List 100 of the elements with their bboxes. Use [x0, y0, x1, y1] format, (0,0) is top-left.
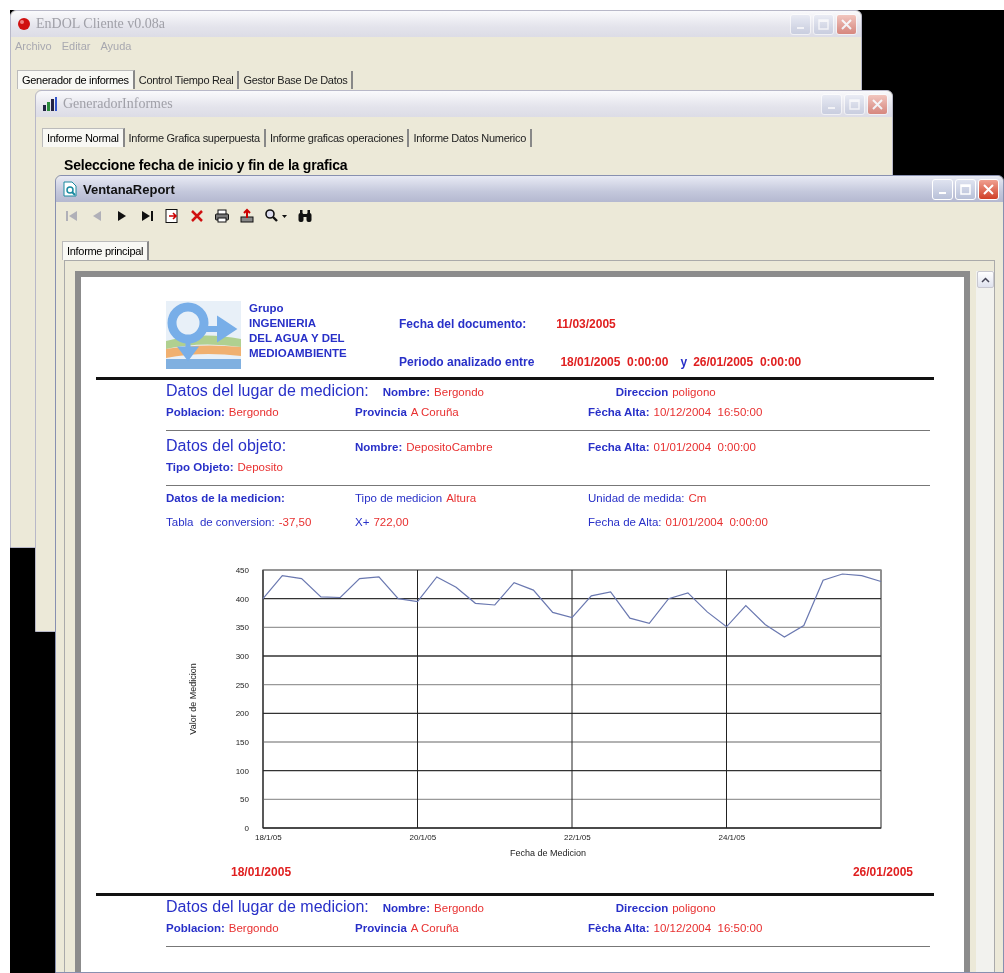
field-value: Cm — [688, 492, 707, 504]
field-label: Fècha Alta: — [588, 406, 650, 418]
field-label: Fecha de Alta: — [588, 516, 662, 528]
field-value: 11/03/2005 — [556, 317, 616, 331]
start-date: 18/01/2005 — [231, 865, 292, 879]
y-tick-label: 450 — [235, 566, 249, 575]
field-value: 722,00 — [373, 516, 409, 528]
end-date: 26/01/2005 — [852, 865, 913, 879]
y-tick-label: 150 — [235, 738, 249, 747]
field-label: Datos de la medicion: — [166, 492, 285, 504]
logo-icon — [166, 301, 241, 369]
field-value: poligono — [672, 386, 716, 398]
conjunction-text: y — [680, 355, 688, 369]
field-value: A Coruña — [410, 922, 459, 934]
scrollbar[interactable] — [976, 271, 994, 972]
y-tick-label: 100 — [235, 766, 249, 776]
export-icon[interactable] — [164, 208, 180, 224]
field-label: Fècha Alta: — [588, 922, 650, 934]
field-value: -37,50 — [278, 516, 312, 528]
field-label: Poblacion: — [166, 406, 225, 418]
y-tick-label: 50 — [240, 795, 249, 805]
field-label: Nombre: — [382, 386, 431, 398]
x-tick-label: 18/1/05 — [255, 833, 282, 842]
tab[interactable]: Informe principal — [62, 241, 150, 260]
document-icon — [62, 181, 78, 197]
last-page-icon[interactable] — [139, 208, 155, 224]
minimize-button[interactable] — [821, 93, 842, 115]
field-value: A Coruña — [410, 406, 459, 418]
chart-icon — [42, 96, 58, 112]
field-value: 18/01/2005 0:00:00 — [560, 355, 669, 369]
field-value: poligono — [672, 902, 716, 914]
window-title: GeneradorInformes — [63, 96, 174, 112]
minimize-button[interactable] — [932, 178, 953, 200]
field-value: Bergondo — [434, 386, 484, 398]
field-value: 26/01/2005 0:00:00 — [693, 355, 802, 369]
maximize-button[interactable] — [813, 13, 834, 35]
field-label: X+ — [355, 516, 370, 528]
field-label: Fecha del documento: — [399, 317, 527, 331]
field-label: Tabla de conversion: — [166, 516, 275, 528]
field-label: Fecha Alta: — [588, 441, 650, 453]
y-tick-label: 300 — [235, 652, 249, 661]
y-tick-label: 350 — [235, 623, 249, 633]
x-tick-label: 20/1/05 — [409, 833, 437, 842]
section-heading: Datos del objeto: — [166, 437, 287, 455]
caret-up-icon — [980, 276, 990, 283]
field-value: 01/01/2004 0:00:00 — [653, 441, 756, 453]
close-button[interactable] — [836, 13, 857, 35]
maximize-icon — [960, 183, 971, 195]
app-icon — [17, 17, 31, 31]
instruction-text: Seleccione fecha de inicio y fin de la grafica — [63, 156, 349, 173]
maximize-button[interactable] — [844, 93, 865, 115]
section-heading: Datos del lugar de medicion: — [166, 382, 369, 400]
section-heading: Datos del lugar de medicion: — [166, 898, 369, 916]
field-label: Tipo de medicion — [355, 492, 443, 504]
field-value: Bergondo — [228, 406, 279, 418]
x-axis-title: Fecha de Medicion — [510, 848, 586, 858]
minimize-icon — [939, 192, 946, 194]
binoculars-icon[interactable] — [297, 208, 313, 224]
window-title: VentanaReport — [83, 181, 176, 197]
field-value: 10/12/2004 16:50:00 — [653, 406, 763, 418]
window-title: EnDOL Cliente v0.08a — [36, 16, 166, 32]
scroll-up-button[interactable] — [976, 271, 994, 288]
field-value: Bergondo — [228, 922, 279, 934]
close-icon — [872, 98, 883, 110]
y-tick-label: 200 — [235, 709, 249, 719]
field-label: Nombre: — [355, 441, 403, 453]
field-value: Deposito — [237, 461, 283, 473]
y-tick-label: 250 — [235, 680, 249, 690]
field-label: Direccion — [615, 902, 669, 914]
close-icon — [983, 183, 994, 195]
printer-icon[interactable] — [214, 208, 230, 224]
close-icon[interactable] — [189, 208, 205, 224]
field-value: 01/01/2004 0:00:00 — [665, 516, 768, 528]
field-label: Unidad de medida: — [588, 492, 685, 504]
minimize-button[interactable] — [790, 13, 811, 35]
field-value: DepositoCambre — [406, 441, 493, 453]
organization-name: Grupo INGENIERIA DEL AGUA Y DEL MEDIOAMBIENTE — [249, 301, 348, 361]
field-label: Direccion — [615, 386, 669, 398]
upload-icon[interactable] — [239, 208, 255, 224]
close-button[interactable] — [978, 178, 999, 200]
maximize-icon — [849, 98, 860, 110]
close-icon — [841, 18, 852, 30]
field-label: Provincia — [355, 922, 407, 934]
y-tick-label: 400 — [235, 594, 249, 604]
field-label: Tipo Objeto: — [166, 461, 234, 473]
field-value: 10/12/2004 16:50:00 — [653, 922, 763, 934]
y-axis-title: Valor de Medicion — [188, 663, 198, 735]
tab[interactable]: Informe Normal — [42, 128, 125, 147]
field-value: Bergondo — [434, 902, 484, 914]
field-label: Provincia — [355, 406, 407, 418]
field-label: Poblacion: — [166, 922, 225, 934]
close-button[interactable] — [867, 93, 888, 115]
maximize-icon — [818, 18, 829, 30]
zoom-icon[interactable] — [264, 208, 288, 224]
field-value: Altura — [446, 492, 477, 504]
field-label: Periodo analizado entre — [399, 355, 535, 369]
y-tick-label: 0 — [244, 824, 249, 833]
x-tick-label: 24/1/05 — [718, 833, 746, 842]
field-label: Nombre: — [382, 902, 431, 914]
tab[interactable]: Generador de informes — [17, 70, 135, 89]
